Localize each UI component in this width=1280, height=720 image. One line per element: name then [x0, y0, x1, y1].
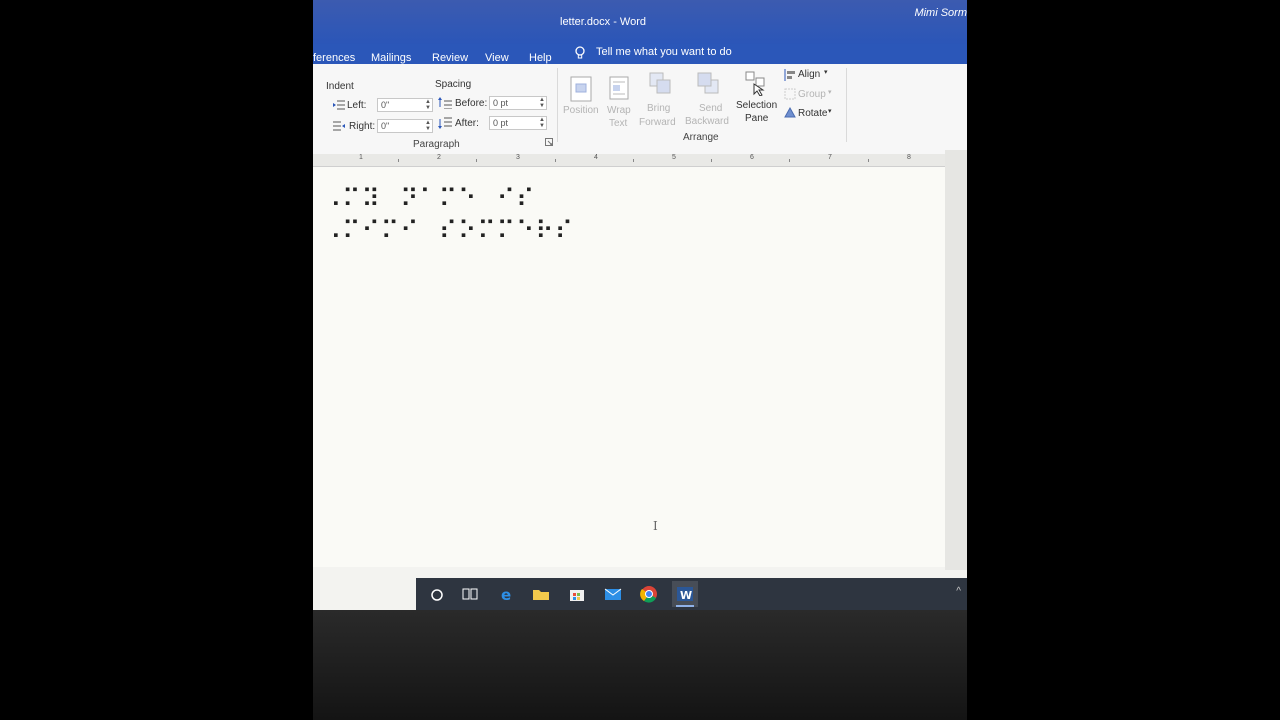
- ruler-number: 5: [672, 154, 676, 161]
- selection-pane-icon: [744, 70, 768, 99]
- ruler-tick: [868, 159, 869, 162]
- ruler-number: 7: [828, 154, 832, 161]
- wrap-text-label-2: Text: [609, 118, 628, 129]
- document-page[interactable]: ⠠⠍⠽⠀⠝⠁⠍⠑⠀⠊⠎ ⠠⠍⠊⠍⠊⠀⠎⠕⠍⠍⠑⠗⠎ I: [313, 167, 945, 567]
- ruler-tick: [398, 159, 399, 162]
- tab-help[interactable]: Help: [529, 52, 552, 64]
- chrome-icon[interactable]: [638, 584, 660, 604]
- spacing-before-value: 0 pt: [493, 98, 509, 108]
- ruler-number: 8: [907, 154, 911, 161]
- ruler-tick: [633, 159, 634, 162]
- chevron-up-icon[interactable]: ^: [956, 586, 961, 597]
- svg-text:e: e: [501, 586, 511, 604]
- ibeam-cursor-icon: I: [653, 519, 658, 533]
- tell-me-search[interactable]: Tell me what you want to do: [596, 46, 732, 58]
- ruler-tick: [555, 159, 556, 162]
- arrange-group-label: Arrange: [683, 132, 719, 143]
- dropdown-arrow-icon[interactable]: ▾: [828, 107, 832, 115]
- group-divider: [557, 68, 558, 142]
- dropdown-arrow-icon[interactable]: ▾: [828, 88, 832, 96]
- ruler-tick: [711, 159, 712, 162]
- indent-left-label: Left:: [347, 100, 367, 111]
- ruler-number: 4: [594, 154, 598, 161]
- indent-right-input[interactable]: 0" ▲ ▼: [377, 119, 433, 133]
- lightbulb-icon: [574, 46, 586, 63]
- word-taskbar-button[interactable]: W: [672, 581, 698, 607]
- spinner-arrows-icon[interactable]: ▲ ▼: [425, 99, 431, 111]
- rotate-icon: [784, 106, 796, 122]
- mail-icon[interactable]: [602, 584, 624, 604]
- spacing-before-label: Before:: [455, 98, 488, 109]
- align-button[interactable]: Align: [798, 69, 820, 80]
- bring-forward-button[interactable]: Bring: [647, 103, 670, 114]
- wrap-text-icon: [609, 76, 629, 103]
- send-backward-label-2: Backward: [685, 116, 729, 127]
- spacing-after-input[interactable]: 0 pt ▲ ▼: [489, 116, 547, 130]
- tab-review[interactable]: Review: [432, 52, 468, 64]
- user-name[interactable]: Mimi Sorm: [914, 7, 967, 19]
- ruler-tick: [476, 159, 477, 162]
- braille-line[interactable]: ⠠⠍⠊⠍⠊⠀⠎⠕⠍⠍⠑⠗⠎: [323, 215, 574, 247]
- spacing-after-value: 0 pt: [493, 118, 509, 128]
- indent-right-value: 0": [381, 121, 390, 131]
- document-text[interactable]: ⠠⠍⠽⠀⠝⠁⠍⠑⠀⠊⠎ ⠠⠍⠊⠍⠊⠀⠎⠕⠍⠍⠑⠗⠎: [323, 183, 574, 247]
- selection-pane-button[interactable]: Selection: [736, 100, 777, 111]
- ruler-tick: [789, 159, 790, 162]
- spacing-after-icon: [438, 117, 452, 132]
- selection-pane-label-2: Pane: [745, 113, 769, 124]
- spacing-before-icon: [438, 97, 452, 112]
- spacing-before-input[interactable]: 0 pt ▲ ▼: [489, 96, 547, 110]
- cortana-icon[interactable]: [426, 584, 448, 604]
- title-bar: letter.docx - Word Mimi Sorm: [313, 0, 967, 44]
- vertical-scrollbar[interactable]: [945, 150, 967, 570]
- indent-left-value: 0": [381, 100, 390, 110]
- ribbon: Indent Spacing Left: 0" ▲ ▼ Right: 0" ▲ ▼ …: [313, 64, 967, 155]
- bring-forward-label-2: Forward: [639, 117, 676, 128]
- tab-references[interactable]: ferences: [313, 52, 355, 64]
- spacing-after-label: After:: [455, 118, 479, 129]
- edge-icon[interactable]: e: [496, 584, 518, 604]
- tab-mailings[interactable]: Mailings: [371, 52, 411, 64]
- position-button[interactable]: Position: [563, 105, 599, 116]
- ruler-number: 3: [516, 154, 520, 161]
- svg-text:W: W: [680, 589, 692, 602]
- dropdown-arrow-icon[interactable]: ▾: [824, 68, 828, 76]
- send-backward-button[interactable]: Send: [699, 103, 722, 114]
- ruler-number: 6: [750, 154, 754, 161]
- indent-right-icon: [333, 121, 345, 134]
- word-icon: W: [676, 587, 694, 607]
- task-view-icon[interactable]: [459, 584, 481, 604]
- spinner-arrows-icon[interactable]: ▲ ▼: [425, 120, 431, 132]
- align-icon: [784, 69, 796, 84]
- indent-right-label: Right:: [349, 121, 376, 132]
- indent-left-input[interactable]: 0" ▲ ▼: [377, 98, 433, 112]
- group-button[interactable]: Group: [798, 89, 826, 100]
- spinner-arrows-icon[interactable]: ▲ ▼: [539, 97, 545, 109]
- spinner-arrows-icon[interactable]: ▲ ▼: [539, 117, 545, 129]
- file-explorer-icon[interactable]: [530, 584, 552, 604]
- dialog-launcher-icon[interactable]: [545, 138, 553, 149]
- laptop-bezel: [313, 610, 967, 720]
- indent-label: Indent: [326, 81, 354, 92]
- bring-forward-icon: [649, 72, 671, 97]
- rotate-button[interactable]: Rotate: [798, 108, 827, 119]
- wrap-text-button[interactable]: Wrap: [607, 105, 631, 116]
- screen: letter.docx - Word Mimi Sorm ferences Ma…: [313, 0, 967, 610]
- window-title: letter.docx - Word: [560, 16, 646, 28]
- braille-line[interactable]: ⠠⠍⠽⠀⠝⠁⠍⠑⠀⠊⠎: [323, 183, 574, 215]
- tab-view[interactable]: View: [485, 52, 509, 64]
- group-divider: [846, 68, 847, 142]
- store-icon[interactable]: [566, 584, 588, 604]
- group-icon: [784, 88, 796, 103]
- spacing-label: Spacing: [435, 79, 472, 90]
- ruler-number: 1: [359, 154, 363, 161]
- send-backward-icon: [697, 72, 719, 97]
- horizontal-ruler[interactable]: 1 2 3 4 5 6 7 8: [313, 154, 953, 167]
- taskbar: e W ^: [416, 578, 967, 610]
- ruler-number: 2: [437, 154, 441, 161]
- position-icon: [570, 76, 592, 105]
- indent-left-icon: [333, 100, 345, 113]
- paragraph-group-label: Paragraph: [413, 139, 460, 150]
